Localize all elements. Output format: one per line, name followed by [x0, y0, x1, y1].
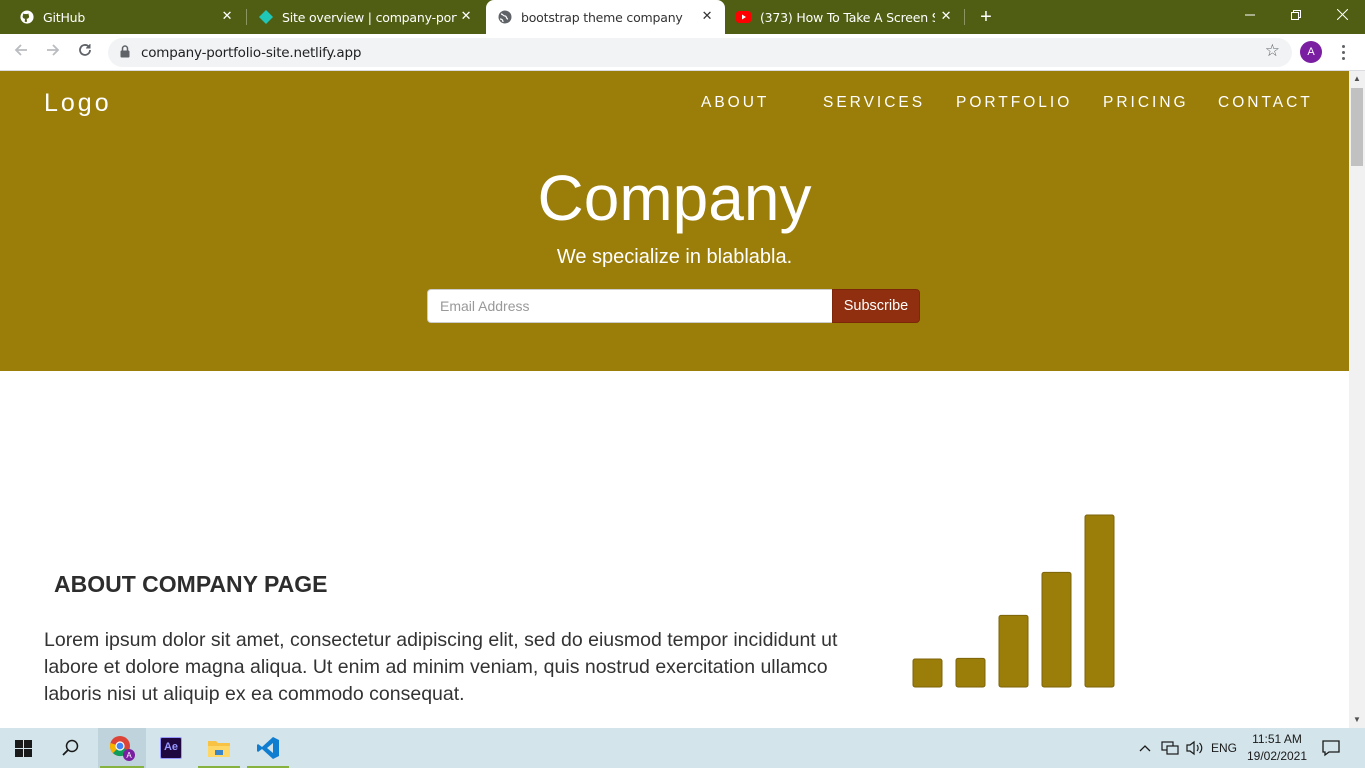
nav-services[interactable]: SERVICES: [823, 94, 925, 112]
signal-bar: [1084, 514, 1115, 688]
page-viewport: Logo ABOUT SERVICES PORTFOLIO PRICING CO…: [0, 71, 1349, 728]
globe-icon: [498, 10, 512, 27]
start-icon[interactable]: [0, 728, 46, 768]
email-input[interactable]: Email Address: [427, 289, 833, 323]
tab-strip: GitHub ✕ Site overview | company-portfol…: [0, 0, 1365, 34]
search-icon[interactable]: [48, 728, 94, 768]
chrome-icon[interactable]: A: [98, 728, 146, 768]
bookmark-star-icon[interactable]: ☆: [1265, 41, 1280, 61]
hero-section: Logo ABOUT SERVICES PORTFOLIO PRICING CO…: [0, 71, 1349, 371]
forward-icon[interactable]: [40, 40, 66, 66]
hero-title: Company: [537, 162, 812, 234]
tab-github[interactable]: GitHub ✕: [0, 0, 245, 34]
nav-portfolio[interactable]: PORTFOLIO: [956, 94, 1072, 112]
close-icon[interactable]: ✕: [938, 9, 954, 25]
signal-bar: [912, 658, 943, 688]
back-icon[interactable]: [8, 40, 34, 66]
volume-icon[interactable]: [1185, 728, 1203, 768]
signal-bar: [1041, 571, 1072, 688]
vscode-icon[interactable]: [245, 728, 291, 768]
language-indicator[interactable]: ENG: [1211, 728, 1237, 768]
tab-title: Site overview | company-portfolio: [282, 9, 457, 25]
profile-avatar[interactable]: A: [1300, 41, 1322, 63]
file-explorer-icon[interactable]: [196, 728, 242, 768]
url-text[interactable]: company-portfolio-site.netlify.app: [141, 45, 361, 61]
tab-bootstrap-theme[interactable]: bootstrap theme company ✕: [486, 0, 725, 34]
close-icon[interactable]: ✕: [699, 9, 715, 25]
tab-netlify[interactable]: Site overview | company-portfolio ✕: [248, 0, 484, 34]
windows-taskbar: A Ae ENG 11:51 AM 19/02/2021: [0, 728, 1365, 768]
tab-title: GitHub: [43, 9, 86, 25]
nav-about[interactable]: ABOUT: [701, 94, 769, 112]
subscribe-button[interactable]: Subscribe: [832, 289, 920, 323]
browser-toolbar: company-portfolio-site.netlify.app ☆ A: [0, 34, 1365, 71]
clock-date: 19/02/2021: [1246, 749, 1308, 763]
hero-subtitle: We specialize in blablabla.: [556, 246, 793, 268]
netlify-icon: [259, 10, 273, 27]
close-icon[interactable]: ✕: [458, 9, 474, 25]
restore-icon[interactable]: [1273, 0, 1319, 30]
minimize-icon[interactable]: [1227, 0, 1273, 30]
scroll-up-icon[interactable]: ▲: [1349, 71, 1365, 87]
tab-youtube[interactable]: (373) How To Take A Screen Shot ✕: [726, 0, 964, 34]
svg-text:A: A: [126, 751, 132, 760]
system-clock[interactable]: 11:51 AM 19/02/2021: [1240, 731, 1314, 765]
address-bar[interactable]: company-portfolio-site.netlify.app ☆: [108, 38, 1292, 67]
page-scrollbar[interactable]: ▲ ▼: [1349, 71, 1365, 728]
tab-title: (373) How To Take A Screen Shot: [760, 9, 935, 25]
tab-separator: [246, 9, 247, 25]
after-effects-icon[interactable]: Ae: [148, 728, 194, 768]
signal-bar: [955, 657, 986, 688]
close-window-icon[interactable]: [1319, 0, 1365, 30]
github-icon: [20, 10, 34, 27]
show-hidden-icons-icon[interactable]: [1139, 728, 1151, 768]
signal-bars-icon: [912, 514, 1115, 688]
notifications-icon[interactable]: [1322, 728, 1340, 768]
after-effects-label: Ae: [160, 737, 182, 759]
tab-title: bootstrap theme company: [521, 9, 683, 25]
scrollbar-thumb[interactable]: [1351, 88, 1363, 166]
lock-icon[interactable]: [120, 45, 130, 63]
signal-bar: [998, 614, 1029, 688]
close-icon[interactable]: ✕: [219, 9, 235, 25]
about-heading: ABOUT COMPANY PAGE: [54, 571, 328, 597]
browser-menu-icon[interactable]: [1336, 42, 1350, 64]
new-tab-button[interactable]: +: [975, 6, 997, 28]
network-icon[interactable]: [1161, 728, 1179, 768]
tab-separator: [964, 9, 965, 25]
about-paragraph: Lorem ipsum dolor sit amet, consectetur …: [44, 629, 838, 705]
scroll-down-icon[interactable]: ▼: [1349, 712, 1365, 728]
reload-icon[interactable]: [72, 40, 98, 66]
site-logo[interactable]: Logo: [44, 89, 112, 118]
clock-time: 11:51 AM: [1252, 732, 1302, 746]
nav-contact[interactable]: CONTACT: [1218, 94, 1313, 112]
nav-pricing[interactable]: PRICING: [1103, 94, 1189, 112]
youtube-icon: [736, 11, 751, 26]
